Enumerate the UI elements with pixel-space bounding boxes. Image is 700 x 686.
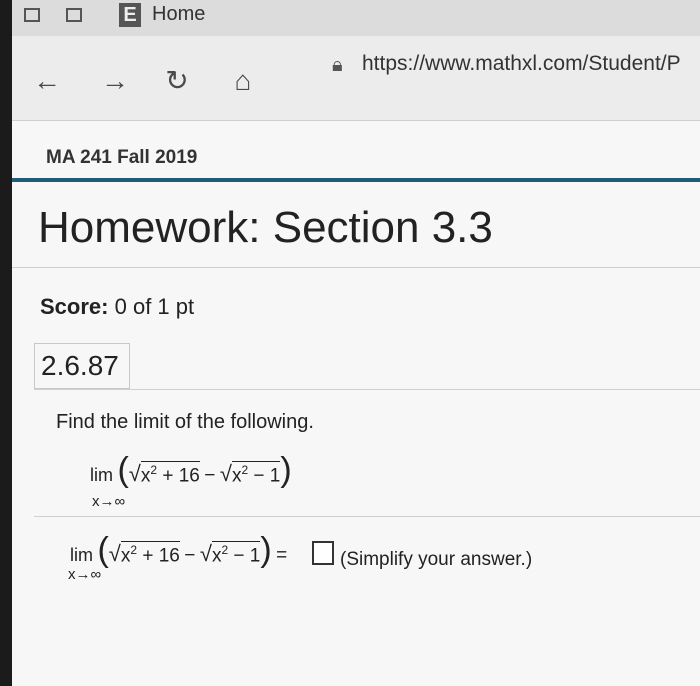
question-panel-border <box>34 389 700 390</box>
page-title: Homework: Section 3.3 <box>38 203 493 252</box>
forward-arrow-icon[interactable]: → <box>98 64 132 98</box>
sqrt-sign: √ <box>199 541 212 566</box>
browser-nav-bar: ← → ↻ ⌂ 🔒︎ https://www.mathxl.com/Studen… <box>12 36 700 121</box>
equals-sign: = <box>276 545 288 566</box>
radicand-2: x2 − 1 <box>211 540 261 566</box>
lock-icon: 🔒︎ <box>332 54 343 76</box>
lim-label: lim <box>90 465 113 485</box>
sqrt-sign: √ <box>128 461 141 486</box>
monitor-screen: E Home ← → ↻ ⌂ 🔒︎ https://www.mathxl.com… <box>12 0 700 686</box>
tab-preview-icon[interactable] <box>24 8 40 22</box>
radicand-1: x2 + 16 <box>140 460 200 486</box>
lim-subscript: x→∞ <box>92 493 126 510</box>
radicand-1: x2 + 16 <box>120 540 180 566</box>
simplify-hint: (Simplify your answer.) <box>340 549 533 570</box>
left-paren: ( <box>117 451 129 489</box>
title-divider <box>12 267 700 268</box>
radicand-2: x2 − 1 <box>231 460 281 486</box>
instruction-text: Find the limit of the following. <box>56 411 314 433</box>
mathxl-page: MA 241 Fall 2019 Homework: Section 3.3 S… <box>12 121 700 686</box>
lim-label: lim <box>70 545 93 565</box>
minus-sign: − <box>204 465 216 486</box>
problem-divider <box>34 516 700 517</box>
address-bar[interactable]: https://www.mathxl.com/Student/P <box>362 52 681 76</box>
refresh-icon[interactable]: ↻ <box>160 64 194 98</box>
edge-tab-icon: E <box>119 3 141 27</box>
score: Score: 0 of 1 pt <box>40 294 194 320</box>
sqrt-sign: √ <box>108 541 121 566</box>
score-label: Score: <box>40 294 109 319</box>
right-paren: ) <box>280 451 292 489</box>
sqrt-sign: √ <box>219 461 232 486</box>
score-value: 0 of 1 pt <box>114 294 195 319</box>
tab-set-aside-icon[interactable] <box>66 8 82 22</box>
minus-sign: − <box>184 545 196 566</box>
course-name: MA 241 Fall 2019 <box>46 147 198 168</box>
problem-expression: lim (√x2 + 16 − √x2 − 1) <box>90 451 292 490</box>
back-arrow-icon[interactable]: ← <box>30 64 64 98</box>
question-number: 2.6.87 <box>41 350 119 381</box>
answer-input[interactable] <box>312 541 334 565</box>
right-paren: ) <box>260 531 272 569</box>
answer-expression: lim (√x2 + 16 − √x2 − 1) = <box>70 531 287 570</box>
browser-tab-bar: E Home <box>12 0 700 36</box>
question-number-box: 2.6.87 <box>34 343 130 389</box>
lim-subscript: x→∞ <box>68 566 102 583</box>
home-icon[interactable]: ⌂ <box>226 64 260 98</box>
course-divider <box>12 178 700 182</box>
left-paren: ( <box>97 531 109 569</box>
tab-title[interactable]: Home <box>152 3 205 26</box>
